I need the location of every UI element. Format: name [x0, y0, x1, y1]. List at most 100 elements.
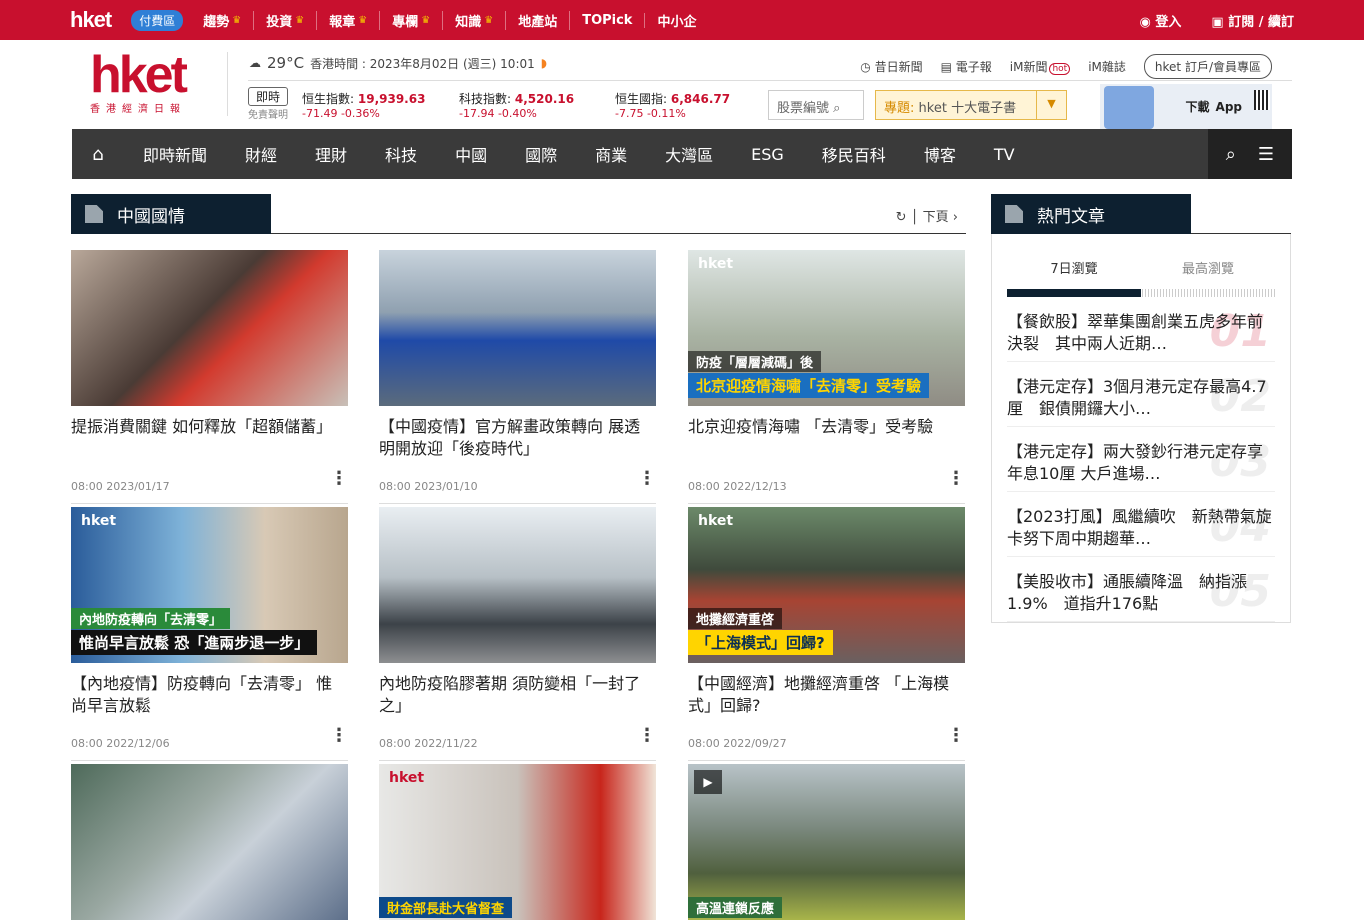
article-title[interactable]: 【中國經濟】地攤經濟重啓 「上海模式」回歸? — [688, 673, 965, 719]
nav-esg[interactable]: ESG — [732, 145, 803, 164]
crown-icon: ♛ — [421, 14, 431, 26]
hot-item[interactable]: 04 【2023打風】風繼續吹 新熱帶氣旋卡努下周中期趨華… — [1007, 492, 1275, 557]
top-nav-paper[interactable]: 報章 ♛ — [317, 10, 381, 30]
nav-immigration[interactable]: 移民百科 — [803, 142, 905, 166]
article-card[interactable]: 內地防疫陷膠著期 須防變相「一封了之」 08:00 2022/11/22 ⋮ — [379, 507, 656, 761]
phone-image — [1104, 86, 1154, 129]
subscribe-link[interactable]: ▣ 訂閱 / 續訂 — [1211, 11, 1294, 30]
weather-bar: ☁ 29°C 香港時間 : 2023年8月02日 (週三) 10:01 ◗ — [249, 54, 548, 72]
tab-top[interactable]: 最高瀏覽 — [1141, 258, 1275, 277]
nav-finance[interactable]: 財經 — [226, 142, 296, 166]
index-hsi[interactable]: 恒生指數: 19,939.63 -71.49 -0.36% — [302, 90, 425, 120]
nav-gba[interactable]: 大灣區 — [646, 142, 732, 166]
article-card[interactable] — [71, 764, 348, 920]
imnews-link[interactable]: iM新聞 hot — [1010, 58, 1071, 75]
nav-china[interactable]: 中國 — [436, 142, 506, 166]
index-hscei[interactable]: 恒生國指: 6,846.77 -7.75 -0.11% — [615, 90, 730, 120]
topic-select[interactable]: 專題: hket 十大電子書 ▼ — [875, 90, 1067, 120]
article-card[interactable]: 提振消費關鍵 如何釋放「超額儲蓄」 08:00 2023/01/17 ⋮ — [71, 250, 348, 504]
article-image[interactable] — [379, 507, 656, 663]
article-card[interactable]: hket 防疫「層層減碼」後 北京迎疫情海嘯「去清零」受考驗 北京迎疫情海嘯 「… — [688, 250, 965, 504]
article-card[interactable]: hket 內地防疫轉向「去清零」 惟尚早言放鬆 恐「進兩步退一步」 【內地疫情】… — [71, 507, 348, 761]
top-nav-knowledge[interactable]: 知識 ♛ — [443, 10, 507, 30]
hot-item[interactable]: 05 【美股收市】通脹續降溫 納指漲1.9% 道指升176點 — [1007, 557, 1275, 622]
top-nav-property[interactable]: 地產站 — [506, 10, 571, 30]
crown-icon: ♛ — [484, 14, 494, 26]
hot-item[interactable]: 03 【港元定存】兩大發鈔行港元定存享年息10厘 大戶進場… — [1007, 427, 1275, 492]
app-download-banner[interactable]: 下載 App — [1100, 84, 1272, 129]
article-date: 08:00 2022/11/22 ⋮ — [379, 725, 656, 750]
nav-wealth[interactable]: 理財 — [296, 142, 366, 166]
more-options-icon[interactable]: ⋮ — [330, 725, 348, 746]
article-title[interactable]: 【中國疫情】官方解畫政策轉向 展透明開放迎「後疫時代」 — [379, 416, 656, 462]
tab-7day[interactable]: 7日瀏覽 — [1007, 258, 1141, 277]
more-options-icon[interactable]: ⋮ — [638, 725, 656, 746]
article-card[interactable]: hket 地攤經濟重啓 「上海模式」回歸? 【中國經濟】地攤經濟重啓 「上海模式… — [688, 507, 965, 761]
epaper-link[interactable]: ▤ 電子報 — [941, 58, 992, 75]
qr-code-icon — [1254, 90, 1270, 110]
menu-icon[interactable]: ☰ — [1258, 144, 1274, 165]
section-pager: ↻ │ 下頁 › — [895, 210, 958, 225]
next-page-link[interactable]: 下頁 › — [923, 210, 958, 225]
more-options-icon[interactable]: ⋮ — [638, 468, 656, 489]
article-image[interactable] — [71, 764, 348, 920]
brand-logo[interactable]: hket 香港經濟日報 — [90, 49, 210, 115]
top-nav-sme[interactable]: 中小企 — [645, 11, 708, 30]
stock-search-input[interactable]: 股票編號 ⌕ — [768, 90, 864, 120]
nav-business[interactable]: 商業 — [576, 142, 646, 166]
divider — [379, 503, 656, 504]
yesterday-news-link[interactable]: ◷ 昔日新聞 — [860, 58, 922, 75]
article-title[interactable]: 北京迎疫情海嘯 「去清零」受考驗 — [688, 416, 965, 462]
image-caption: 財金部長赴大省督查 — [379, 897, 513, 918]
nav-instant[interactable]: 即時新聞 — [124, 142, 226, 166]
hot-item[interactable]: 01 【餐飲股】翠華集團創業五虎多年前決裂 其中兩人近期… — [1007, 297, 1275, 362]
article-image[interactable]: ▶ 高溫連鎖反應 — [688, 764, 965, 920]
account-button[interactable]: hket 訂戶/會員專區 — [1143, 54, 1272, 79]
live-badge[interactable]: 即時 免責聲明 — [248, 87, 288, 121]
search-icon[interactable]: ⌕ — [833, 101, 840, 116]
article-image[interactable]: hket 防疫「層層減碼」後 北京迎疫情海嘯「去清零」受考驗 — [688, 250, 965, 406]
more-options-icon[interactable]: ⋮ — [947, 468, 965, 489]
hot-articles-panel: 熱門文章 7日瀏覽 最高瀏覽 01 【餐飲股】翠華集團創業五虎多年前決裂 其中兩人… — [991, 194, 1291, 623]
paid-zone-button[interactable]: 付費區 — [131, 9, 184, 31]
immag-link[interactable]: iM雜誌 — [1088, 58, 1126, 75]
more-options-icon[interactable]: ⋮ — [947, 725, 965, 746]
rss-icon[interactable]: ◗ — [541, 56, 547, 70]
divider — [71, 503, 348, 504]
search-icon[interactable]: ⌕ — [1226, 144, 1236, 165]
article-title[interactable]: 內地防疫陷膠著期 須防變相「一封了之」 — [379, 673, 656, 719]
article-image[interactable]: hket 內地防疫轉向「去清零」 惟尚早言放鬆 恐「進兩步退一步」 — [71, 507, 348, 663]
image-caption: 高溫連鎖反應 — [688, 897, 783, 918]
refresh-icon[interactable]: ↻ — [896, 210, 907, 225]
hot-item[interactable]: 02 【港元定存】3個月港元定存最高4.7厘 銀債開鑼大小… — [1007, 362, 1275, 427]
index-tech[interactable]: 科技指數: 4,520.16 -17.94 -0.40% — [459, 90, 574, 120]
article-title[interactable]: 提振消費關鍵 如何釋放「超額儲蓄」 — [71, 416, 348, 462]
top-bar: hket 付費區 趨勢 ♛ 投資 ♛ 報章 ♛ 專欄 ♛ 知識 ♛ 地產站 TOPick … — [0, 0, 1364, 40]
article-card[interactable]: 【中國疫情】官方解畫政策轉向 展透明開放迎「後疫時代」 08:00 2023/0… — [379, 250, 656, 504]
article-title[interactable]: 【內地疫情】防疫轉向「去清零」 惟尚早言放鬆 — [71, 673, 348, 719]
article-image[interactable] — [71, 250, 348, 406]
top-nav-trend[interactable]: 趨勢 ♛ — [191, 10, 255, 30]
article-card[interactable]: ▶ 高溫連鎖反應 — [688, 764, 965, 920]
top-logo[interactable]: hket — [70, 7, 112, 33]
hot-tabs: 7日瀏覽 最高瀏覽 — [1007, 258, 1275, 277]
nav-tv[interactable]: TV — [975, 145, 1034, 164]
image-caption: 內地防疫轉向「去清零」 — [71, 608, 231, 629]
image-headline: 惟尚早言放鬆 恐「進兩步退一步」 — [71, 630, 318, 655]
hket-watermark: hket — [81, 513, 117, 529]
more-options-icon[interactable]: ⋮ — [330, 468, 348, 489]
home-icon[interactable]: ⌂ — [72, 144, 124, 165]
chevron-down-icon[interactable]: ▼ — [1036, 91, 1066, 119]
nav-blog[interactable]: 博客 — [905, 142, 975, 166]
image-headline: 「上海模式」回歸? — [688, 630, 833, 655]
top-nav-column[interactable]: 專欄 ♛ — [380, 10, 444, 30]
nav-world[interactable]: 國際 — [506, 142, 576, 166]
article-image[interactable]: hket 地攤經濟重啓 「上海模式」回歸? — [688, 507, 965, 663]
article-image[interactable] — [379, 250, 656, 406]
login-link[interactable]: ◉ 登入 — [1139, 11, 1181, 30]
article-card[interactable]: hket 財金部長赴大省督查 — [379, 764, 656, 920]
nav-tech[interactable]: 科技 — [366, 142, 436, 166]
top-nav-invest[interactable]: 投資 ♛ — [254, 10, 318, 30]
article-image[interactable]: hket 財金部長赴大省督查 — [379, 764, 656, 920]
top-nav-topick[interactable]: TOPick — [570, 12, 646, 28]
